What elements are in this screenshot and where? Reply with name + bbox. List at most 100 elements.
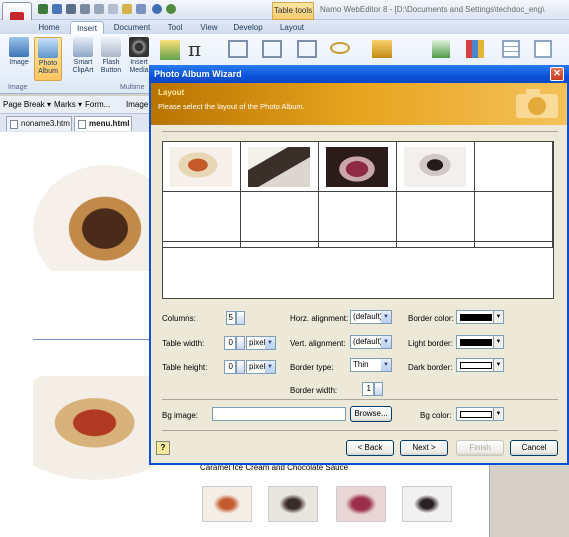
dark-border-label: Dark border:: [408, 363, 453, 372]
copy-icon[interactable]: [108, 4, 118, 14]
marks-label: Marks: [54, 100, 76, 109]
cancel-button[interactable]: Cancel: [510, 440, 558, 456]
vert-alignment-select[interactable]: (default) ▼: [350, 335, 392, 349]
tab-insert[interactable]: Insert: [70, 21, 104, 34]
list-diagram-icon[interactable]: [297, 40, 317, 58]
tab-layout[interactable]: Layout: [274, 21, 310, 34]
open-icon[interactable]: [52, 4, 62, 14]
horz-alignment-select[interactable]: (default) ▼: [350, 310, 392, 324]
vert-alignment-value: (default): [353, 337, 383, 346]
edit-icon[interactable]: [136, 4, 146, 14]
table-width-input[interactable]: 0: [224, 336, 236, 350]
tab-develop[interactable]: Develop: [228, 21, 268, 34]
columns-label: Columns:: [162, 314, 196, 323]
dark-border-picker[interactable]: ▼: [456, 358, 504, 372]
border-color-picker[interactable]: ▼: [456, 310, 504, 324]
horz-alignment-value: (default): [353, 312, 383, 321]
help-button[interactable]: ?: [156, 441, 170, 455]
form-menu[interactable]: Form...: [85, 100, 110, 109]
table-icon[interactable]: [502, 40, 520, 58]
globe-icon[interactable]: [166, 4, 176, 14]
folder-icon[interactable]: [372, 40, 392, 58]
excel-icon[interactable]: [432, 40, 450, 58]
media-icon: [129, 37, 149, 57]
browse-button[interactable]: Browse...: [350, 406, 392, 422]
tab-home[interactable]: Home: [34, 21, 64, 34]
thumbnail-3[interactable]: [336, 486, 386, 522]
bg-color-picker[interactable]: ▼: [456, 407, 504, 421]
chevron-down-icon: ▼: [265, 361, 275, 373]
thumbnail-4[interactable]: [402, 486, 452, 522]
border-type-select[interactable]: Thin ▼: [350, 358, 392, 372]
table-height-unit-select[interactable]: pixel ▼: [246, 360, 276, 374]
columns-spinner[interactable]: [236, 311, 245, 325]
hierarchy-icon[interactable]: [262, 40, 282, 58]
undo-icon[interactable]: [152, 4, 162, 14]
table-width-spinner[interactable]: [236, 336, 245, 350]
bg-color-label: Bg color:: [420, 411, 452, 420]
equation-icon[interactable]: π: [188, 37, 201, 61]
light-border-picker[interactable]: ▼: [456, 335, 504, 349]
back-button[interactable]: < Back: [346, 440, 394, 456]
grid-cell: [163, 192, 241, 242]
fields-separator: [162, 399, 558, 400]
org-chart-icon[interactable]: [228, 40, 248, 58]
flash-button-button[interactable]: Flash Button: [97, 37, 125, 81]
smart-clipart-button[interactable]: Smart ClipArt: [69, 37, 97, 81]
border-type-value: Thin: [353, 360, 369, 369]
help-icon: ?: [160, 443, 166, 452]
grid-cell: [241, 242, 319, 248]
steak-photo[interactable]: [33, 165, 153, 271]
group-label-multimedia: Multime: [120, 84, 145, 91]
banner-subtitle: Please select the layout of the Photo Al…: [158, 102, 305, 111]
border-width-spinner[interactable]: [374, 382, 383, 396]
table-height-spinner[interactable]: [236, 360, 245, 374]
dialog-close-button[interactable]: ✕: [550, 67, 564, 81]
form-label: Form...: [85, 100, 111, 109]
bg-color-swatch: [460, 411, 492, 418]
photo-album-button-label: Photo Album: [38, 60, 58, 75]
tab-document[interactable]: Document: [110, 21, 154, 34]
close-icon: ✕: [553, 68, 561, 78]
border-color-swatch: [460, 314, 492, 321]
columns-input[interactable]: 5: [226, 311, 236, 325]
chart-icon[interactable]: [466, 40, 484, 58]
grid-cell: [475, 192, 553, 242]
cut-icon[interactable]: [94, 4, 104, 14]
grid-cell: [397, 242, 475, 248]
light-border-label: Light border:: [408, 339, 453, 348]
checklist-icon[interactable]: [160, 40, 180, 60]
border-color-label: Border color:: [408, 314, 454, 323]
image-icon: [9, 37, 29, 57]
thumbnail-2[interactable]: [268, 486, 318, 522]
print-icon[interactable]: [66, 4, 76, 14]
table-height-input[interactable]: 0: [224, 360, 236, 374]
shape-icon[interactable]: [330, 42, 350, 54]
doc-tab-noname3[interactable]: noname3.htm: [6, 116, 72, 131]
horz-alignment-label: Horz. alignment:: [290, 314, 349, 323]
page-break-menu[interactable]: Page Break ▾: [3, 100, 51, 109]
paste-icon[interactable]: [122, 4, 132, 14]
save-icon[interactable]: [38, 4, 48, 14]
bg-image-input[interactable]: [212, 407, 346, 421]
photo-album-button[interactable]: Photo Album: [34, 37, 62, 81]
grid-cell: [397, 192, 475, 242]
table-width-unit-select[interactable]: pixel ▼: [246, 336, 276, 350]
table-tools-context-tab[interactable]: Table tools: [272, 2, 314, 20]
doc-tab-menu[interactable]: menu.html: [74, 116, 132, 131]
image-menu[interactable]: Image: [126, 100, 148, 109]
tab-tool[interactable]: Tool: [160, 21, 190, 34]
light-border-swatch: [460, 339, 492, 346]
marks-menu[interactable]: Marks ▾: [54, 100, 82, 109]
preview-icon[interactable]: [80, 4, 90, 14]
thumbnail-1[interactable]: [202, 486, 252, 522]
next-button[interactable]: Next >: [400, 440, 448, 456]
table-style-icon[interactable]: [534, 40, 552, 58]
chevron-down-icon: ▼: [381, 359, 391, 371]
chevron-down-icon: ▼: [381, 336, 391, 348]
image-button[interactable]: Image: [5, 37, 33, 81]
buttons-separator: [162, 430, 558, 431]
border-width-input[interactable]: 1: [362, 382, 374, 396]
photo-album-icon: [38, 38, 58, 58]
tab-view[interactable]: View: [194, 21, 224, 34]
